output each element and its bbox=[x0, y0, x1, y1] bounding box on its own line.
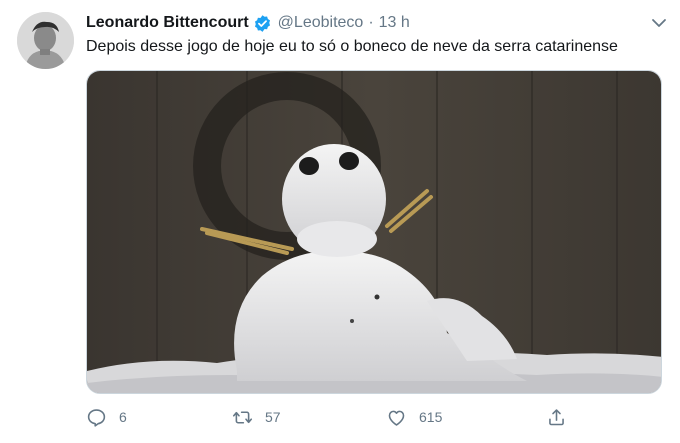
tweet-time[interactable]: 13 h bbox=[379, 14, 410, 32]
verified-badge-icon bbox=[253, 14, 272, 33]
tweet-card[interactable]: Leonardo Bittencourt @Leobiteco · 13 h D… bbox=[0, 0, 680, 443]
like-count: 615 bbox=[419, 409, 443, 425]
tweet-header: Leonardo Bittencourt @Leobiteco · 13 h bbox=[86, 12, 666, 34]
reply-button[interactable]: 6 bbox=[86, 404, 127, 430]
share-icon bbox=[549, 408, 564, 425]
tweet-text: Depois desse jogo de hoje eu to só o bon… bbox=[86, 38, 618, 55]
reply-icon bbox=[87, 408, 106, 427]
retweet-button[interactable]: 57 bbox=[232, 404, 281, 430]
heart-icon bbox=[388, 410, 405, 426]
tweet-photo[interactable] bbox=[86, 70, 662, 394]
reply-count: 6 bbox=[119, 409, 127, 425]
retweet-count: 57 bbox=[265, 409, 281, 425]
chevron-down-icon[interactable] bbox=[650, 16, 668, 30]
avatar[interactable] bbox=[17, 12, 74, 69]
separator-dot: · bbox=[368, 14, 374, 31]
author-handle[interactable]: @Leobiteco bbox=[278, 14, 364, 32]
share-button[interactable] bbox=[546, 404, 567, 430]
retweet-icon bbox=[232, 410, 253, 424]
tweet-actions: 6 57 615 bbox=[86, 404, 576, 430]
author-name[interactable]: Leonardo Bittencourt bbox=[86, 14, 249, 32]
like-button[interactable]: 615 bbox=[386, 404, 442, 430]
